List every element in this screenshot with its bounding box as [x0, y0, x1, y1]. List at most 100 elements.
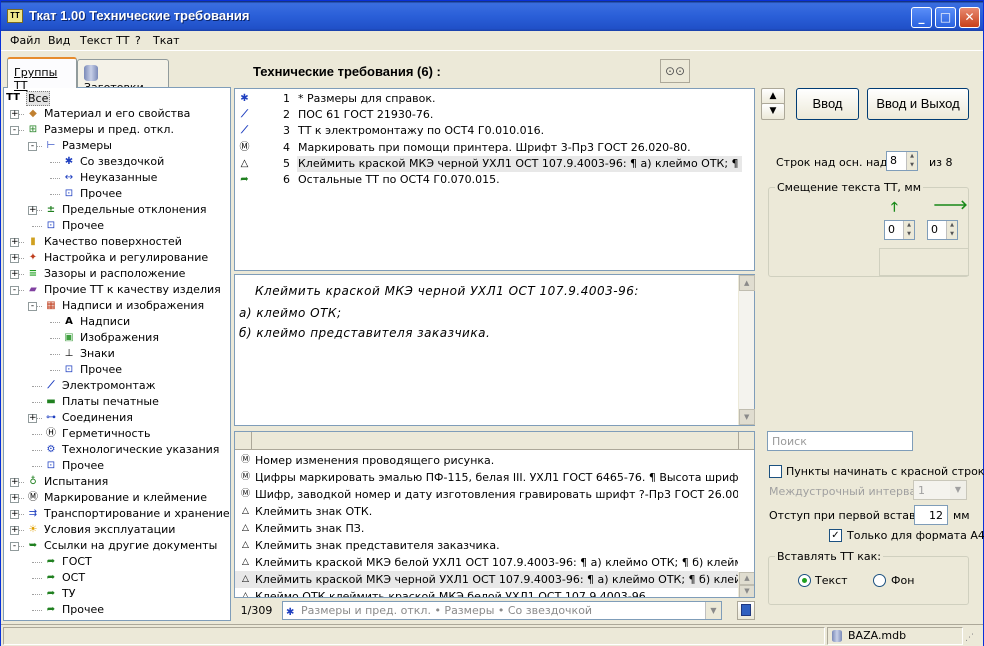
expand-icon[interactable]: +	[10, 238, 19, 247]
spinner-arrows[interactable]: ▲ ▼	[946, 221, 957, 239]
tree-item[interactable]: ➦ Прочее	[4, 602, 230, 618]
expand-icon[interactable]: +	[10, 478, 19, 487]
menu-text-tt[interactable]: Текст ТТ	[80, 34, 130, 47]
interval-select[interactable]: 1 ▼	[913, 480, 967, 500]
list-item[interactable]: ⟋ 2 ПОС 61 ГОСТ 21930-76.	[235, 107, 754, 123]
tree-item[interactable]: + Ⓜ Маркирование и клеймение	[4, 490, 230, 506]
tree-item[interactable]: - ⊞ Размеры и пред. откл.	[4, 122, 230, 138]
list-item[interactable]: △ Клеймить знак представителя заказчика.	[235, 537, 738, 554]
list-item[interactable]: Ⓜ 4 Маркировать при помощи принтера. Шрифт…	[235, 140, 754, 156]
a4-checkbox[interactable]: ✓	[829, 529, 842, 542]
expand-icon[interactable]: +	[10, 110, 19, 119]
list-item[interactable]: Ⓜ Цифры маркировать эмалью ПФ-115, белая …	[235, 469, 738, 486]
indent-input[interactable]: 12	[914, 505, 948, 525]
tree-item[interactable]: ⚙ Технологические указания	[4, 442, 230, 458]
list-item[interactable]: △ Клеймить знак ОТК.	[235, 503, 738, 520]
tree-item[interactable]: + ☀ Условия эксплуатации	[4, 522, 230, 538]
search-input[interactable]: Поиск	[767, 431, 913, 451]
groups-tree[interactable]: TT Все + ◆ Материал и его свойства - ⊞ Размеры …	[3, 87, 231, 621]
close-button[interactable]: ✕	[959, 7, 980, 28]
resize-grip[interactable]: ⋰	[965, 631, 979, 645]
tree-item[interactable]: Ⓗ Герметичность	[4, 426, 230, 442]
collapse-icon[interactable]: -	[10, 286, 19, 295]
templates-list[interactable]: Ⓜ Номер изменения проводящего рисунка. Ⓜ Ци…	[234, 431, 755, 598]
path-field[interactable]: ✱ Размеры и пред. откл. • Размеры • Со з…	[282, 601, 722, 620]
tree-item[interactable]: - ▦ Надписи и изображения	[4, 298, 230, 314]
tree-item[interactable]: - ▰ Прочие ТТ к качеству изделия	[4, 282, 230, 298]
tree-item[interactable]: + ▮ Качество поверхностей	[4, 234, 230, 250]
tree-item[interactable]: ⊡ Прочее	[4, 362, 230, 378]
rows-spinner[interactable]: 8 ▲ ▼	[886, 151, 918, 171]
list-item[interactable]: △ Клеймо ОТК клеймить краской МКЭ белой У…	[235, 588, 738, 597]
list-item[interactable]: △ Клеймить краской МКЭ черной УХЛ1 ОСТ 10…	[235, 571, 738, 588]
tree-item[interactable]: ↔ Неуказанные	[4, 170, 230, 186]
find-button[interactable]: ⊙⊙	[660, 59, 690, 83]
move-down-button[interactable]: ▼	[761, 103, 785, 120]
expand-icon[interactable]: +	[10, 510, 19, 519]
expand-icon[interactable]: +	[10, 254, 19, 263]
menu-view[interactable]: Вид	[48, 34, 70, 47]
list-item[interactable]: ➦ 6 Остальные ТТ по ОСТ4 Г0.070.015.	[235, 172, 754, 188]
expand-icon[interactable]: +	[10, 494, 19, 503]
spinner-arrows[interactable]: ▲ ▼	[906, 152, 917, 170]
expand-icon[interactable]: +	[10, 526, 19, 535]
scroll-up-button[interactable]: ▲	[739, 572, 754, 585]
red-line-checkbox[interactable]	[769, 465, 782, 478]
tree-item[interactable]: + ✦ Настройка и регулирование	[4, 250, 230, 266]
tree-item[interactable]: TT Все	[4, 90, 230, 106]
tree-item[interactable]: + ⇉ Транспортирование и хранение	[4, 506, 230, 522]
preview-scrollbar[interactable]: ▲ ▼	[738, 275, 755, 425]
menu-file[interactable]: Файл	[10, 34, 40, 47]
filter-button[interactable]	[737, 601, 755, 620]
tree-item[interactable]: ▣ Изображения	[4, 330, 230, 346]
collapse-icon[interactable]: -	[10, 542, 19, 551]
tree-item[interactable]: ➦ ТУ	[4, 586, 230, 602]
tree-item[interactable]: ➦ ОСТ	[4, 570, 230, 586]
list-item[interactable]: Ⓜ Номер изменения проводящего рисунка.	[235, 452, 738, 469]
list-item[interactable]: △ Клеймить краской МКЭ белой УХЛ1 ОСТ 107…	[235, 554, 738, 571]
tree-item[interactable]: + ♁ Испытания	[4, 474, 230, 490]
expand-icon[interactable]: +	[10, 270, 19, 279]
enter-and-exit-button[interactable]: Ввод и Выход	[867, 88, 969, 120]
tree-item[interactable]: ⊡ Прочее	[4, 458, 230, 474]
scroll-down-button[interactable]: ▼	[739, 585, 754, 597]
tree-item[interactable]: ⟋ Электромонтаж	[4, 378, 230, 394]
tree-item[interactable]: A Надписи	[4, 314, 230, 330]
menu-tkat[interactable]: Ткат	[153, 34, 180, 47]
maximize-button[interactable]: □	[935, 7, 956, 28]
horizontal-offset-spinner[interactable]: 0 ▲ ▼	[927, 220, 958, 240]
collapse-icon[interactable]: -	[10, 126, 19, 135]
spinner-arrows[interactable]: ▲ ▼	[903, 221, 914, 239]
tab-templates[interactable]: Заготовки	[77, 59, 169, 94]
templates-scrollbar[interactable]: ▲ ▼	[738, 572, 754, 597]
list-item[interactable]: Ⓜ Шифр, заводкой номер и дату изготовлени…	[235, 486, 738, 503]
tree-item[interactable]: ➦ ГОСТ	[4, 554, 230, 570]
tree-item[interactable]: + ± Предельные отклонения	[4, 202, 230, 218]
collapse-icon[interactable]: -	[28, 302, 37, 311]
tree-item[interactable]: + ⊶ Соединения	[4, 410, 230, 426]
scroll-down-button[interactable]: ▼	[739, 409, 755, 425]
title-bar[interactable]: TT Ткат 1.00 Технические требования _ □ …	[1, 1, 983, 31]
tree-item[interactable]: - ➥ Ссылки на другие документы	[4, 538, 230, 554]
tree-item[interactable]: ⊡ Прочее	[4, 218, 230, 234]
tree-item[interactable]: + ≡ Зазоры и расположение	[4, 266, 230, 282]
tree-item[interactable]: + ◆ Материал и его свойства	[4, 106, 230, 122]
tree-item[interactable]: ⊡ Прочее	[4, 186, 230, 202]
expand-icon[interactable]: +	[28, 414, 37, 423]
enter-button[interactable]: Ввод	[796, 88, 859, 120]
tree-item[interactable]: ✱ Со звездочкой	[4, 154, 230, 170]
tree-item[interactable]: - ⊢ Размеры	[4, 138, 230, 154]
radio-text[interactable]	[798, 574, 811, 587]
requirements-list[interactable]: ✱ 1 * Размеры для справок. ⟋ 2 ПОС 61 ГОСТ 21…	[234, 88, 755, 271]
tree-item[interactable]: ⊥ Знаки	[4, 346, 230, 362]
list-item[interactable]: △ Клеймить знак ПЗ.	[235, 520, 738, 537]
list-item[interactable]: △ 5 Клеймить краской МКЭ черной УХЛ1 ОСТ 1…	[235, 155, 754, 172]
radio-background[interactable]	[873, 574, 886, 587]
tab-groups[interactable]: Группы ТТ	[7, 57, 77, 92]
minimize-button[interactable]: _	[911, 7, 932, 28]
list-item[interactable]: ✱ 1 * Размеры для справок.	[235, 91, 754, 107]
list-item[interactable]: ⟋ 3 ТТ к электромонтажу по ОСТ4 Г0.010.016…	[235, 123, 754, 139]
expand-icon[interactable]: +	[28, 206, 37, 215]
scroll-up-button[interactable]: ▲	[739, 275, 755, 291]
text-preview[interactable]: Клеймить краской МКЭ черной УХЛ1 ОСТ 107…	[234, 274, 755, 426]
